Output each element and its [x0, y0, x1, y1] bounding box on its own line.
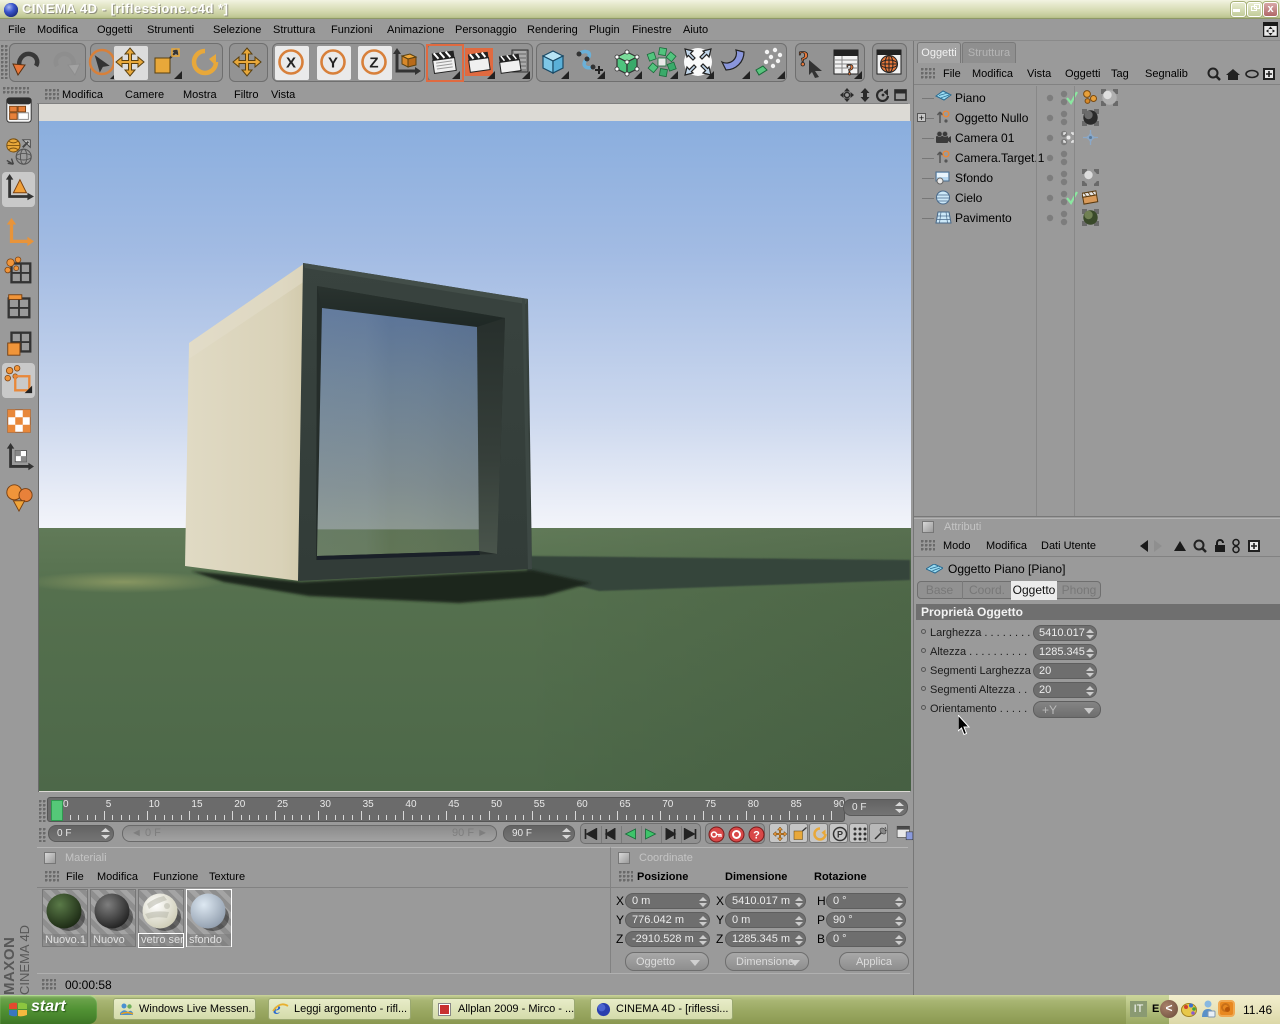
svg-text:?: ?: [798, 46, 809, 71]
svg-text:X: X: [286, 55, 296, 72]
svg-text:Z: Z: [369, 55, 378, 72]
svg-text:P: P: [837, 830, 843, 840]
svg-text:?: ?: [846, 62, 854, 78]
svg-text:?: ?: [753, 830, 760, 842]
svg-text:Y: Y: [328, 55, 338, 72]
